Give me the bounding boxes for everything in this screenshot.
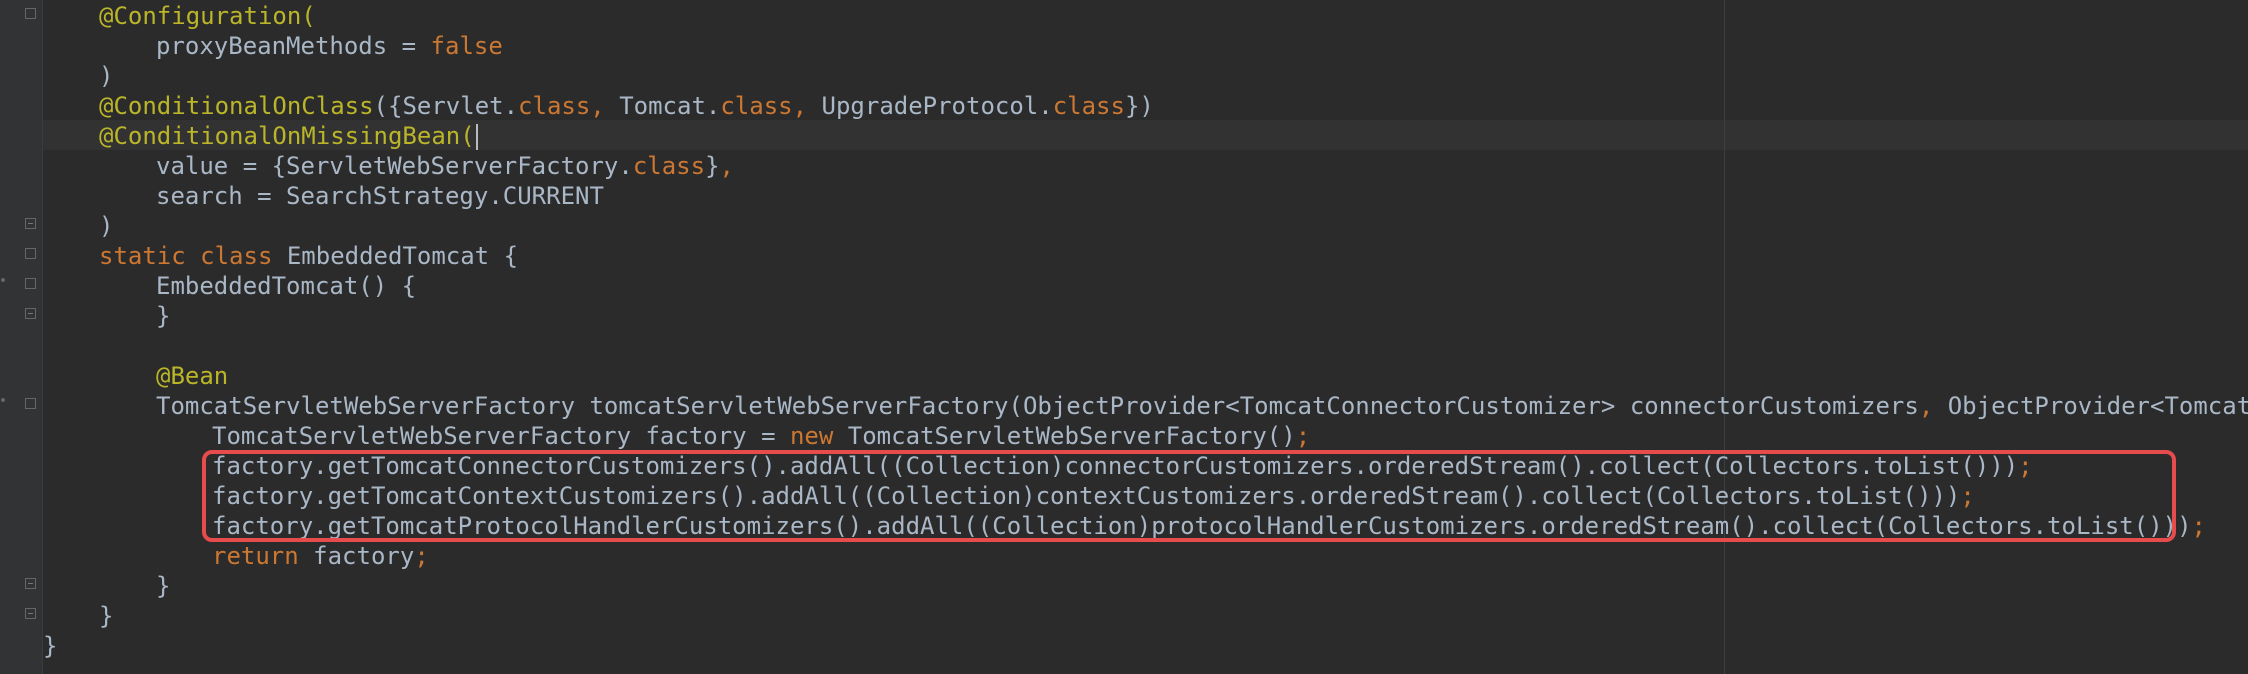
- fold-marker-icon[interactable]: [25, 398, 36, 409]
- code-token: value = {ServletWebServerFactory.: [156, 152, 633, 180]
- code-token: ;: [2191, 512, 2206, 540]
- fold-marker-icon[interactable]: [25, 608, 36, 619]
- highlight-annotation-box: [202, 450, 2176, 542]
- code-line-22: }: [43, 631, 57, 661]
- code-token: ;: [414, 542, 429, 570]
- code-token: return: [212, 542, 314, 570]
- code-token: UpgradeProtocol.: [821, 92, 1053, 120]
- fold-marker-icon[interactable]: [25, 248, 36, 259]
- code-line-14: TomcatServletWebServerFactory tomcatServ…: [156, 391, 2248, 421]
- code-token: factory: [313, 542, 415, 570]
- code-token: new: [789, 422, 848, 450]
- code-line-1: @Configuration(: [99, 1, 316, 31]
- code-line-6: value = {ServletWebServerFactory.class},: [156, 151, 734, 181]
- code-line-8: ): [99, 211, 113, 241]
- code-line-10: EmbeddedTomcat() {: [156, 271, 416, 301]
- code-token: ,: [590, 92, 620, 120]
- code-token: EmbeddedTomcat() {: [156, 272, 417, 300]
- code-token: ;: [1295, 422, 1311, 450]
- code-token: class: [1052, 92, 1125, 120]
- code-line-2: proxyBeanMethods = false: [156, 31, 503, 61]
- code-line-11: }: [156, 301, 170, 331]
- code-token: class: [720, 92, 793, 120]
- code-token: EmbeddedTomcat {: [286, 242, 519, 270]
- code-line-3: ): [99, 61, 113, 91]
- code-line-20: }: [156, 571, 170, 601]
- code-token: }: [705, 152, 720, 180]
- text-caret: [475, 124, 478, 150]
- code-token: ,: [719, 152, 734, 180]
- code-line-4: @ConditionalOnClass({Servlet.class, Tomc…: [99, 91, 1154, 121]
- code-token: false: [430, 32, 503, 60]
- code-token: @ConditionalOnClass: [99, 92, 374, 120]
- code-token: ,: [1918, 392, 1948, 420]
- code-token: }: [156, 302, 171, 330]
- gutter-marker-icon: [1, 278, 5, 282]
- code-token: ,: [792, 92, 822, 120]
- fold-marker-icon[interactable]: [25, 278, 36, 289]
- code-editor[interactable]: @Configuration( proxyBeanMethods = false…: [0, 0, 2248, 674]
- code-token: search = SearchStrategy.CURRENT: [156, 182, 604, 210]
- right-margin-guide: [1724, 0, 1725, 674]
- code-token: class: [518, 92, 591, 120]
- code-token: class: [632, 152, 706, 180]
- fold-marker-icon[interactable]: [25, 308, 36, 319]
- editor-gutter[interactable]: [0, 0, 42, 674]
- code-line-15: TomcatServletWebServerFactory factory = …: [212, 421, 1310, 451]
- code-token: TomcatServletWebServerFactory(): [847, 422, 1296, 450]
- fold-marker-icon[interactable]: [25, 218, 36, 229]
- code-token: }: [156, 572, 171, 600]
- code-token: Tomcat.: [619, 92, 721, 120]
- code-token: ObjectProvider<TomcatConte: [1947, 392, 2248, 420]
- code-line-19: return factory;: [212, 541, 429, 571]
- code-token: @ConditionalOnMissingBean(: [99, 122, 475, 150]
- code-token: ): [99, 212, 114, 240]
- code-token: TomcatServletWebServerFactory factory =: [212, 422, 790, 450]
- gutter-divider: [42, 0, 43, 674]
- fold-marker-icon[interactable]: [25, 8, 36, 19]
- code-token: }): [1124, 92, 1154, 120]
- code-token: @Configuration(: [99, 2, 316, 30]
- code-token: proxyBeanMethods =: [156, 32, 431, 60]
- code-line-13: @Bean: [156, 361, 228, 391]
- code-token: TomcatServletWebServerFactory tomcatServ…: [156, 392, 1919, 420]
- code-token: @Bean: [156, 362, 229, 390]
- gutter-marker-icon: [1, 398, 5, 402]
- code-token: ): [99, 62, 114, 90]
- code-line-21: }: [99, 601, 113, 631]
- code-token: }: [99, 602, 114, 630]
- code-token: ({Servlet.: [373, 92, 519, 120]
- code-line-9: static class EmbeddedTomcat {: [99, 241, 518, 271]
- fold-marker-icon[interactable]: [25, 578, 36, 589]
- code-line-5: @ConditionalOnMissingBean(: [99, 121, 478, 151]
- code-token: }: [43, 632, 58, 660]
- code-token: static class: [99, 242, 287, 270]
- code-line-7: search = SearchStrategy.CURRENT: [156, 181, 604, 211]
